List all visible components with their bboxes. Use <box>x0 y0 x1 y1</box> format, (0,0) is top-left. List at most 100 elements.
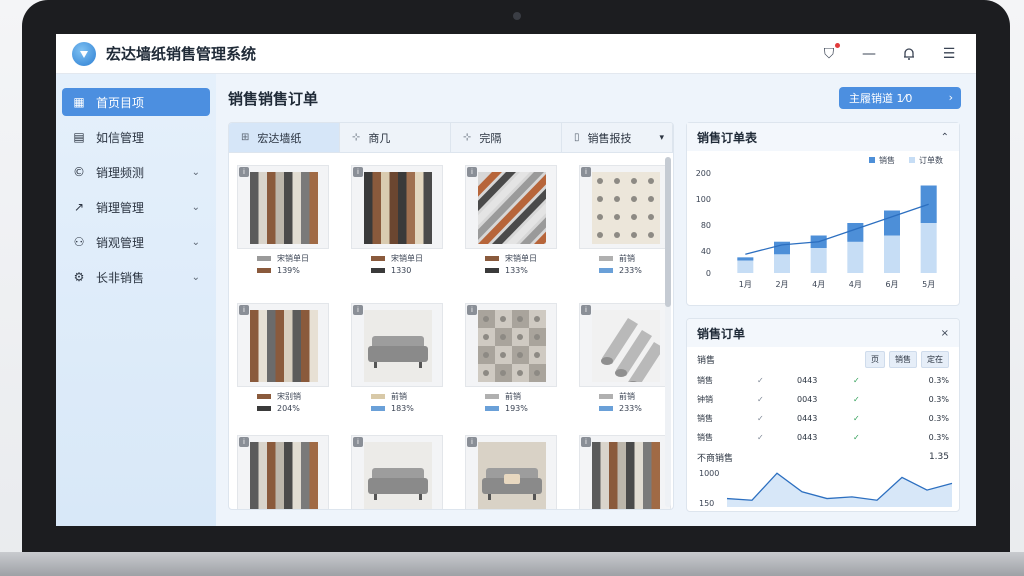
info-badge-icon: i <box>239 437 249 447</box>
row-code: 0443 <box>797 414 818 423</box>
product-card[interactable]: i 宋销单日 133% <box>422 157 656 285</box>
sidebar-item-home[interactable]: ▦ 首页目项 <box>62 88 210 116</box>
product-card[interactable]: i 前销 193% <box>461 295 561 423</box>
color-swatch <box>485 268 499 273</box>
chevron-down-icon: ⌄ <box>191 271 200 283</box>
product-card[interactable]: i 前销 233% <box>575 295 673 423</box>
bell-badge-icon[interactable]: ⛉ <box>820 43 840 63</box>
sidebar-item-view[interactable]: ⚇ 销观管理 ⌄ <box>62 228 210 256</box>
product-card[interactable]: i 宋别销 204% <box>233 295 333 423</box>
product-meta: 宋销单日 133% <box>485 253 537 277</box>
sales-chart-panel: 销售订单表 ⌃ 200 100 80 40 0 销售 订单数 1月 2月 4月 4月 6月 5月 <box>686 122 960 306</box>
webcam-icon <box>513 12 521 20</box>
x-tick-label: 1月 <box>739 280 752 289</box>
segment-sales[interactable]: 销售 <box>889 350 917 368</box>
menu-icon[interactable]: ☰ <box>940 45 958 63</box>
scrollbar[interactable] <box>665 157 671 507</box>
product-name: 前销 <box>619 392 635 401</box>
filter-icon: ⊞ <box>241 132 250 143</box>
orders-header: 销售订单 × <box>687 319 959 347</box>
orders-title: 销售订单 <box>697 326 746 341</box>
scrollbar-thumb[interactable] <box>665 157 671 307</box>
trend-line <box>745 203 929 255</box>
product-name: 前销 <box>505 392 521 401</box>
bell-icon[interactable] <box>900 45 918 63</box>
row-name: 销售 <box>697 414 713 423</box>
close-icon[interactable]: × <box>941 328 949 339</box>
dashboard-icon: ▦ <box>73 95 85 109</box>
info-badge-icon: i <box>353 305 363 315</box>
legend-label: 订单数 <box>919 155 943 165</box>
summary-value: 1.35 <box>928 452 949 462</box>
product-card[interactable]: i 前销 233% <box>575 157 673 285</box>
product-thumbnail <box>237 303 329 387</box>
product-meta: 前销 183% <box>371 391 414 415</box>
color-swatch <box>257 256 271 261</box>
x-tick-label: 6月 <box>885 280 898 289</box>
product-card[interactable]: i <box>575 427 673 509</box>
product-thumbnail <box>422 165 656 249</box>
primary-action-label: 主履销道 1⁄0 <box>849 92 913 105</box>
sidebar-item-info[interactable]: ▤ 如信管理 <box>62 123 210 151</box>
orders-header-label: 销售 <box>697 355 716 366</box>
primary-action-button[interactable]: 主履销道 1⁄0 › <box>839 87 961 109</box>
pin-icon: ⊹ <box>463 132 472 143</box>
product-meta: 宋别销 204% <box>257 391 301 415</box>
product-price: 233% <box>619 266 642 275</box>
tab-finish[interactable]: ⊹ 完隔 <box>451 123 562 152</box>
info-badge-icon: i <box>467 437 477 447</box>
x-tick-label: 2月 <box>775 280 788 289</box>
wallpaper-image <box>592 172 660 244</box>
wallpaper-image <box>250 442 318 509</box>
color-swatch <box>599 268 613 273</box>
tab-store[interactable]: ⊹ 商几 <box>340 123 451 152</box>
user-icon: ⚇ <box>73 235 85 249</box>
color-swatch <box>485 256 499 261</box>
chevron-up-icon[interactable]: ⌃ <box>941 132 949 143</box>
wallpaper-image <box>364 172 432 244</box>
legend-swatch <box>909 157 915 163</box>
product-card[interactable]: i 前销 183% <box>347 295 447 423</box>
tab-report[interactable]: ▯ 销售报技 ▾ <box>562 123 673 152</box>
info-badge-icon: i <box>239 167 249 177</box>
product-card[interactable]: i <box>461 427 561 509</box>
info-badge-icon: i <box>581 437 591 447</box>
y-tick-label: 200 <box>696 169 711 178</box>
bar-sales <box>774 241 790 255</box>
check-icon: ✓ <box>853 376 860 385</box>
product-name: 前销 <box>619 254 635 263</box>
app-screen: 宏达墙纸销售管理系统 ⛉ — ☰ ▦ 首页目项 ▤ 如信管理 © 销理频测 ⌄ … <box>56 34 976 526</box>
sidebar-item-manage[interactable]: ↗ 销理管理 ⌄ <box>62 193 210 221</box>
summary-label: 不商销售 <box>697 453 734 464</box>
product-card[interactable]: i 宋销单日 139% <box>233 157 333 285</box>
bar-sales <box>920 185 937 223</box>
tab-wallpaper[interactable]: ⊞ 宏达墙纸 <box>229 123 340 152</box>
product-card[interactable]: i <box>347 427 447 509</box>
sidebar-item-settings[interactable]: ⚙ 长非销售 ⌄ <box>62 263 210 291</box>
product-name: 宋销单日 <box>505 254 537 263</box>
table-row[interactable]: 销售 ✓ 0443 ✓ 0.3% <box>687 409 959 428</box>
table-row[interactable]: 销售 ✓ 0443 ✓ 0.3% <box>687 371 959 390</box>
table-row[interactable]: 钟销 ✓ 0043 ✓ 0.3% <box>687 390 959 409</box>
segment-fixed[interactable]: 定在 <box>921 350 949 368</box>
product-thumbnail <box>351 435 443 509</box>
color-swatch <box>599 406 613 411</box>
sales-chart-header: 销售订单表 ⌃ <box>687 123 959 151</box>
legend-label: 销售 <box>879 155 895 165</box>
product-panel: ⊞ 宏达墙纸 ⊹ 商几 ⊹ 完隔 ▯ 销售报技 ▾ i 宋销单日 139% i 宋销单日 1330 i… <box>228 122 674 510</box>
info-badge-icon: i <box>467 305 477 315</box>
row-code: 0043 <box>797 395 818 404</box>
segment-page[interactable]: 页 <box>865 350 885 368</box>
product-thumbnail <box>579 303 671 389</box>
product-price: 233% <box>619 404 642 413</box>
product-thumbnail <box>351 303 443 387</box>
product-card[interactable]: i 宋销单日 1330 <box>347 157 447 285</box>
mini-line-chart <box>726 472 953 507</box>
sales-chart: 200 100 80 40 0 销售 订单数 1月 2月 4月 4月 6月 5月 <box>696 155 943 289</box>
product-thumbnail <box>237 165 329 249</box>
product-card[interactable]: i <box>233 427 333 509</box>
sidebar-item-forecast[interactable]: © 销理频测 ⌄ <box>62 158 210 186</box>
table-row[interactable]: 销售 ✓ 0443 ✓ 0.3% <box>687 428 959 447</box>
minimize-icon[interactable]: — <box>860 45 878 63</box>
info-badge-icon: i <box>581 167 591 177</box>
